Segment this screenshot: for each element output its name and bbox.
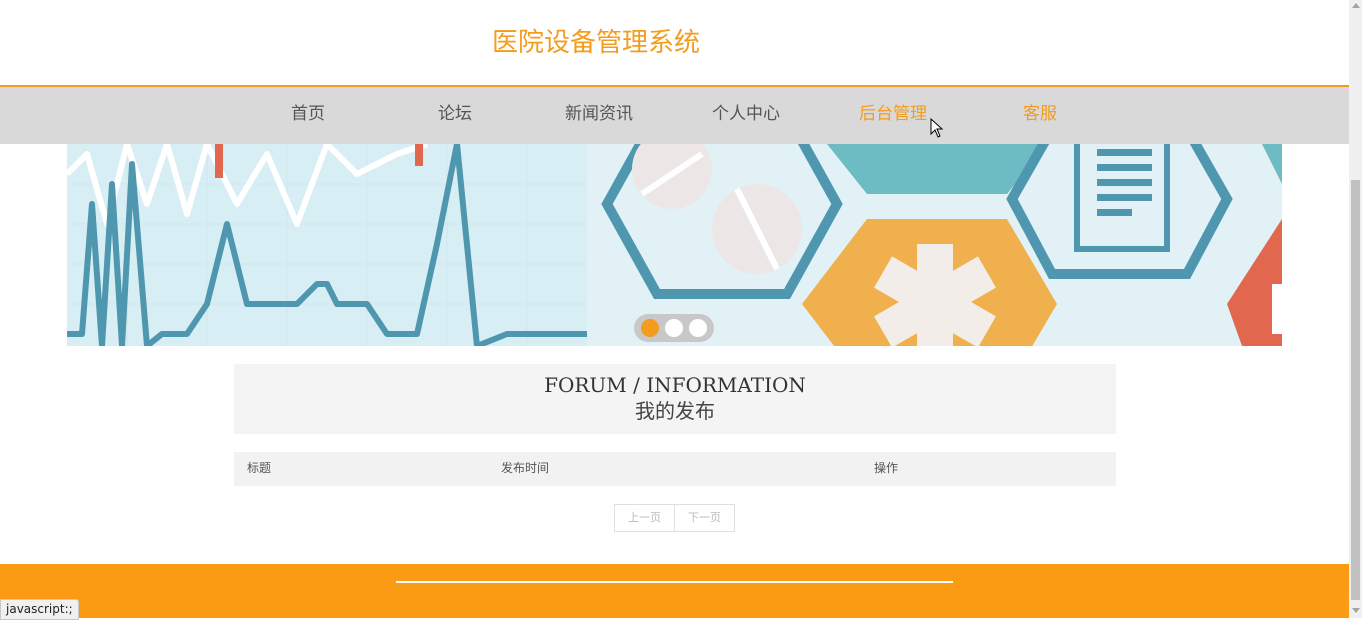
browser-status-bar: javascript:; bbox=[0, 599, 79, 620]
table-header-row: 标题 发布时间 操作 bbox=[234, 452, 1116, 486]
vertical-scrollbar[interactable] bbox=[1349, 0, 1362, 618]
scrollbar-thumb[interactable] bbox=[1351, 180, 1360, 600]
column-header-actions: 操作 bbox=[874, 461, 899, 475]
carousel-dot-1[interactable] bbox=[641, 319, 659, 337]
carousel-dot-3[interactable] bbox=[689, 319, 707, 337]
scroll-up-arrow-icon[interactable] bbox=[1352, 3, 1360, 8]
site-footer bbox=[0, 564, 1349, 618]
nav-item-customer-service[interactable]: 客服 bbox=[980, 87, 1100, 144]
section-heading: FORUM / INFORMATION 我的发布 bbox=[234, 364, 1116, 434]
carousel-indicators bbox=[634, 314, 714, 342]
nav-item-personal-center[interactable]: 个人中心 bbox=[686, 87, 806, 144]
carousel-dot-2[interactable] bbox=[665, 319, 683, 337]
site-header: 医院设备管理系统 bbox=[0, 0, 1349, 87]
section-title-en: FORUM / INFORMATION bbox=[544, 373, 806, 397]
nav-item-forum[interactable]: 论坛 bbox=[395, 87, 515, 144]
column-header-title: 标题 bbox=[247, 461, 272, 475]
site-title: 医院设备管理系统 bbox=[492, 28, 701, 58]
nav-item-news[interactable]: 新闻资讯 bbox=[539, 87, 659, 144]
column-header-publish-time: 发布时间 bbox=[501, 461, 550, 475]
nav-item-home[interactable]: 首页 bbox=[248, 87, 368, 144]
pagination: 上一页 下一页 bbox=[614, 504, 735, 532]
scroll-down-arrow-icon[interactable] bbox=[1352, 608, 1360, 613]
mouse-cursor-icon bbox=[930, 118, 944, 138]
next-page-button[interactable]: 下一页 bbox=[674, 505, 734, 531]
section-title-cn: 我的发布 bbox=[635, 399, 715, 423]
main-nav: 首页 论坛 新闻资讯 个人中心 后台管理 客服 bbox=[0, 87, 1349, 144]
prev-page-button[interactable]: 上一页 bbox=[615, 505, 674, 531]
footer-divider bbox=[396, 581, 953, 583]
